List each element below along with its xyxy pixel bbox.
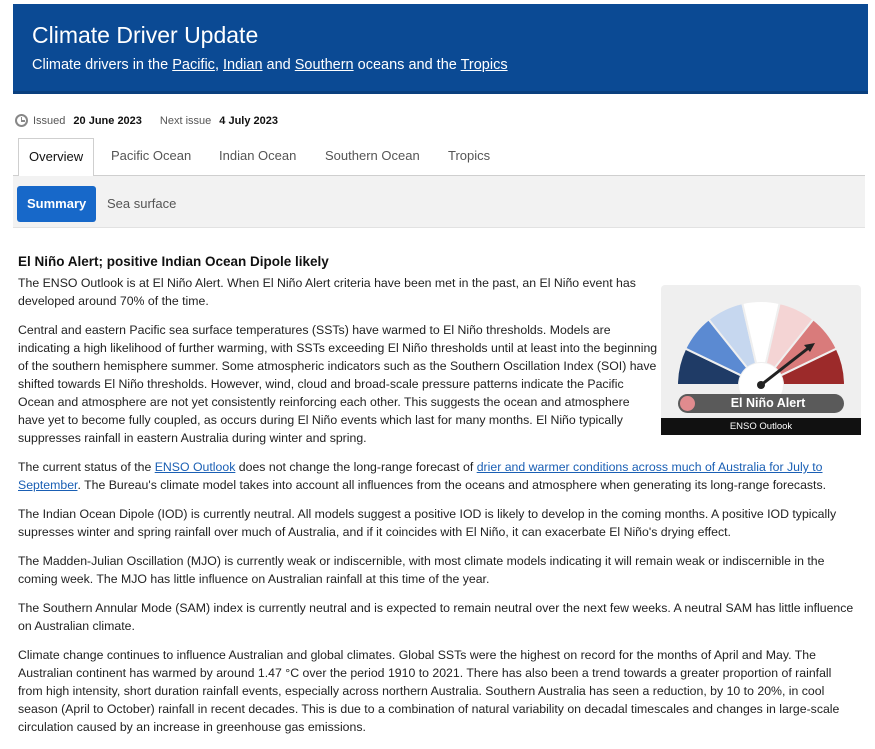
enso-gauge: El Niño Alert ENSO Outlook (661, 285, 861, 435)
page-title: Climate Driver Update (32, 22, 259, 48)
paragraph-climate-change: Climate change continues to influence Au… (18, 648, 840, 734)
gauge-pivot (757, 381, 765, 389)
link-southern[interactable]: Southern (295, 57, 354, 73)
tab-southern-ocean[interactable]: Southern Ocean (315, 138, 430, 176)
next-issue-date: 4 July 2023 (219, 114, 278, 127)
tab-pacific-ocean[interactable]: Pacific Ocean (101, 138, 201, 176)
tab-indian-ocean[interactable]: Indian Ocean (209, 138, 306, 176)
sub-tabs: Summary Sea surface (13, 176, 865, 228)
next-issue-label: Next issue (159, 114, 212, 127)
paragraph-enso: The ENSO Outlook is at El Niño Alert. Wh… (18, 276, 636, 308)
link-pacific[interactable]: Pacific (172, 57, 215, 73)
issued-date: 20 June 2023 (73, 114, 142, 127)
link-tropics[interactable]: Tropics (461, 57, 508, 73)
paragraph-mjo: The Madden-Julian Oscillation (MJO) is c… (18, 554, 825, 586)
enso-status-dot (680, 396, 695, 411)
link-indian[interactable]: Indian (223, 57, 263, 73)
summary-heading: El Niño Alert; positive Indian Ocean Dip… (18, 254, 329, 269)
paragraph-iod: The Indian Ocean Dipole (IOD) is current… (18, 507, 837, 539)
page-subtitle: Climate drivers in the Pacific, Indian a… (32, 57, 508, 73)
paragraph-sam: The Southern Annular Mode (SAM) index is… (18, 601, 854, 633)
tab-overview[interactable]: Overview (18, 138, 95, 177)
paragraph-pacific: Central and eastern Pacific sea surface … (18, 323, 658, 445)
link-enso-outlook[interactable]: ENSO Outlook (155, 460, 236, 474)
paragraph-outlook: The current status of the ENSO Outlook d… (18, 460, 827, 492)
page-banner: Climate Driver Update Climate drivers in… (13, 4, 868, 94)
issue-info: Issued 20 June 2023 Next issue 4 July 20… (15, 113, 296, 128)
enso-outlook-caption: ENSO Outlook (661, 418, 861, 435)
main-tabs: Overview Pacific Ocean Indian Ocean Sout… (13, 138, 865, 177)
tab-tropics[interactable]: Tropics (438, 138, 500, 176)
subtab-sea-surface[interactable]: Sea surface (97, 186, 186, 222)
enso-status-label: El Niño Alert (678, 394, 844, 413)
issued-label: Issued (33, 114, 66, 127)
clock-icon (15, 114, 28, 127)
subtab-summary[interactable]: Summary (17, 186, 97, 222)
